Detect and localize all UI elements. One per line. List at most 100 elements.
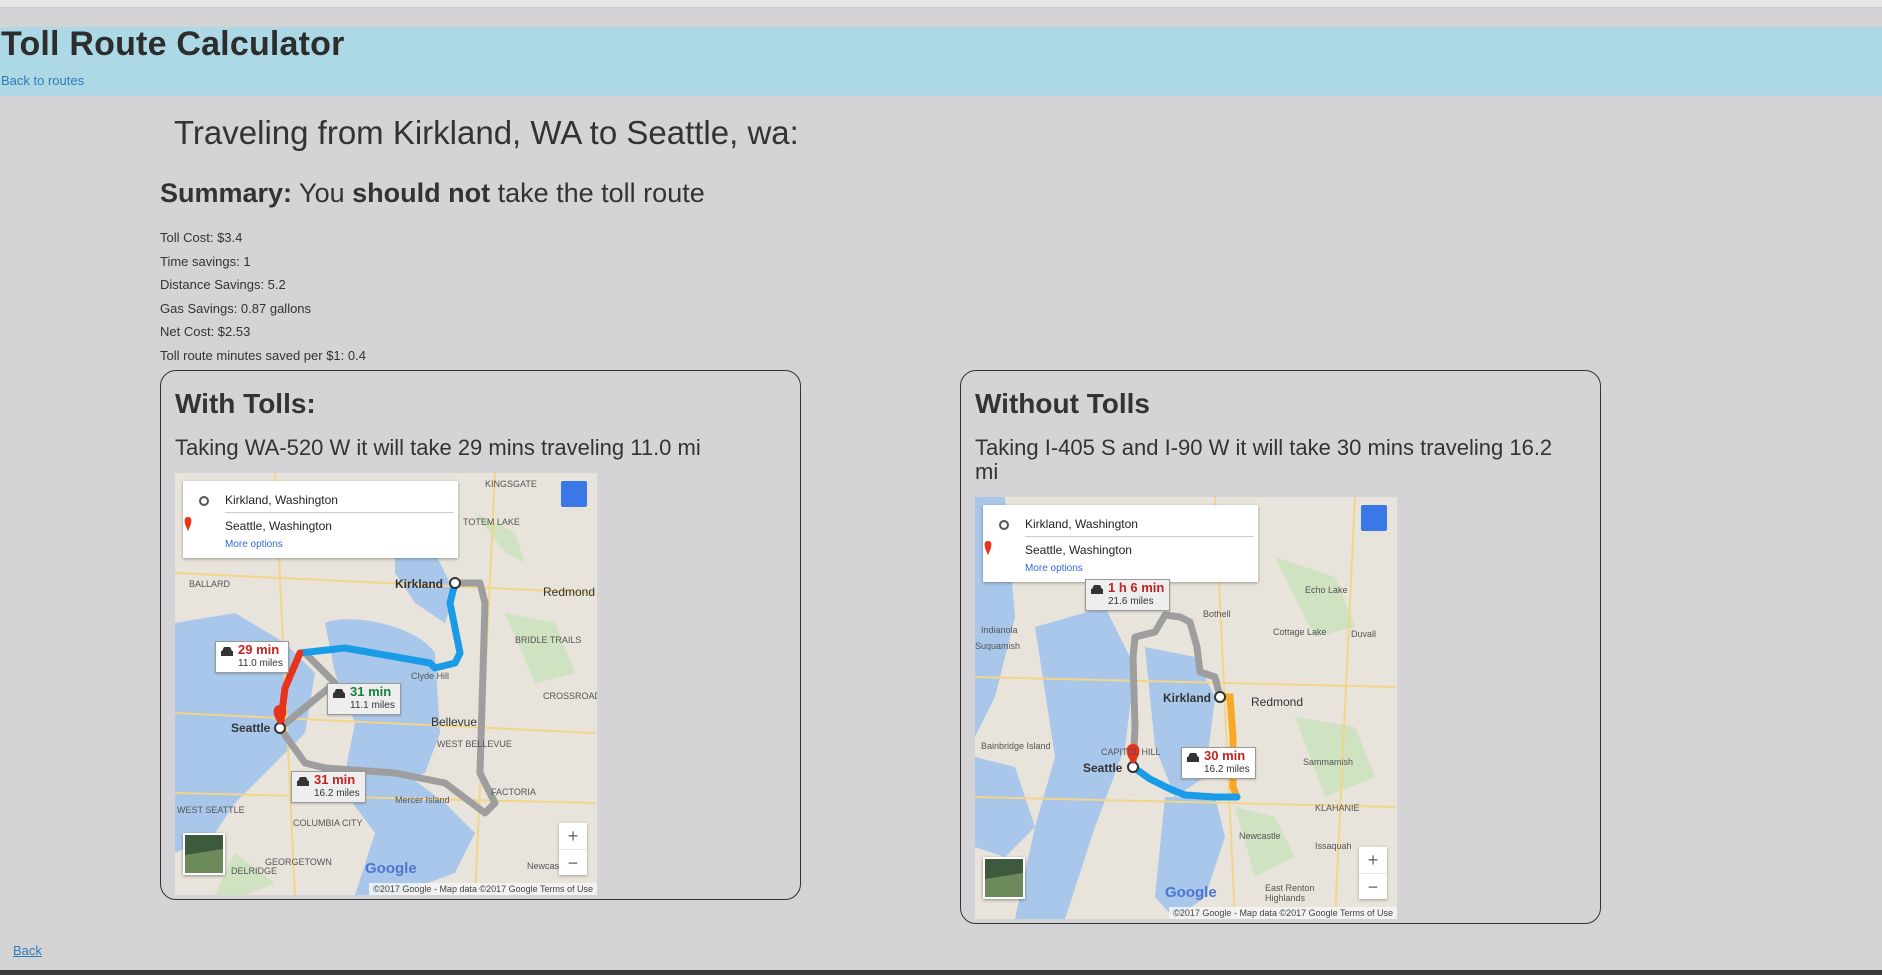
route-bubble[interactable]: 30 min 16.2 miles — [1181, 747, 1256, 779]
zoom-out-button[interactable]: − — [1359, 873, 1387, 900]
stat-minutes-per-dollar: Toll route minutes saved per $1: 0.4 — [160, 347, 366, 363]
map-label: Redmond — [543, 585, 596, 599]
origin-field[interactable]: Kirkland, Washington — [225, 493, 338, 507]
trip-heading: Traveling from Kirkland, WA to Seattle, … — [174, 114, 799, 151]
destination-pin-icon — [984, 541, 992, 555]
google-logo: Google — [365, 860, 417, 877]
summary-text-before: You — [292, 178, 353, 208]
origin-field[interactable]: Kirkland, Washington — [1025, 517, 1138, 531]
route-bubble[interactable]: 31 min 16.2 miles — [291, 771, 366, 803]
map-label: BRIDLE TRAILS — [515, 635, 582, 645]
map-label: FACTORIA — [491, 787, 536, 797]
car-icon — [333, 689, 345, 698]
destination-field[interactable]: Seattle, Washington — [225, 519, 332, 533]
google-logo: Google — [1165, 884, 1217, 901]
route-bubble[interactable]: 29 min 11.0 miles — [215, 641, 289, 673]
summary-text-after: take the toll route — [490, 178, 705, 208]
route-distance: 16.2 miles — [1204, 764, 1250, 775]
map-label: Suquamish — [975, 641, 1021, 651]
without-tolls-description: Taking I-405 S and I-90 W it will take 3… — [975, 435, 1553, 484]
map-label: Sammamish — [1303, 757, 1354, 767]
destination-pin-icon — [184, 517, 192, 531]
map-label: Seattle — [1083, 761, 1123, 775]
car-icon — [221, 647, 233, 656]
pegman-icon[interactable] — [1361, 505, 1387, 531]
route-time: 31 min — [350, 684, 392, 699]
more-options-link[interactable]: More options — [1025, 563, 1083, 574]
origin-circle-icon — [199, 496, 209, 506]
directions-box[interactable]: Kirkland, Washington Seattle, Washington… — [183, 481, 458, 558]
bottom-strip — [0, 970, 1882, 975]
map-label: DELRIDGE — [231, 866, 278, 876]
stat-gas-savings: Gas Savings: 0.87 gallons — [160, 300, 312, 316]
route-distance: 11.0 miles — [238, 658, 283, 669]
route-distance: 11.1 miles — [350, 700, 395, 711]
map-label: Seattle — [231, 721, 271, 735]
map-label: KINGSGATE — [485, 479, 537, 489]
page-title: Toll Route Calculator — [1, 25, 345, 63]
without-tolls-title: Without Tolls — [975, 388, 1150, 419]
car-icon — [1187, 753, 1199, 762]
zoom-control: + − — [559, 823, 587, 875]
map-credits[interactable]: ©2017 Google - Map data ©2017 Google Ter… — [369, 883, 597, 895]
map-label: BALLARD — [189, 579, 231, 589]
summary-emphasis: should not — [352, 178, 491, 208]
route-bubble[interactable]: 31 min 11.1 miles — [327, 683, 401, 715]
route-distance: 16.2 miles — [314, 788, 360, 799]
stat-toll-cost: Toll Cost: $3.4 — [160, 230, 243, 245]
map-label: Kirkland — [1163, 691, 1212, 705]
map-label: Bellevue — [431, 715, 478, 729]
stats-list: Toll Cost: $3.4 Time savings: 1 Distance… — [160, 226, 366, 367]
directions-divider — [1025, 536, 1253, 537]
satellite-toggle[interactable] — [983, 857, 1025, 899]
map-label: Bainbridge Island — [981, 741, 1051, 751]
more-options-link[interactable]: More options — [225, 539, 283, 550]
route-distance: 21.6 miles — [1108, 596, 1154, 607]
map-label: Mercer Island — [395, 795, 450, 805]
car-icon — [1091, 585, 1103, 594]
map-label: Indianola — [981, 625, 1018, 635]
with-tolls-description: Taking WA-520 W it will take 29 mins tra… — [175, 435, 701, 460]
route-time: 31 min — [314, 772, 356, 787]
zoom-in-button[interactable]: + — [1359, 847, 1387, 873]
satellite-thumbnail-icon — [985, 859, 1023, 897]
map-label: Newcastle — [1239, 831, 1281, 841]
map-label: CAPITOL HILL — [1101, 747, 1161, 757]
map-label: COLUMBIA CITY — [293, 818, 363, 828]
map-label: CROSSROADS — [543, 691, 597, 701]
zoom-control: + − — [1359, 847, 1387, 899]
without-tolls-map[interactable]: Kirkland, Washington Seattle, Washington… — [975, 497, 1397, 919]
route-time: 30 min — [1204, 748, 1246, 763]
zoom-in-button[interactable]: + — [559, 823, 587, 849]
map-label: KLAHANIE — [1315, 803, 1360, 813]
map-label: Clyde Hill — [411, 671, 450, 681]
without-tolls-card: Without Tolls Taking I-405 S and I-90 W … — [960, 370, 1601, 924]
route-time: 29 min — [238, 642, 280, 657]
page-header: Toll Route Calculator Back to routes — [0, 25, 1882, 96]
map-label: TOTEM LAKE — [463, 517, 520, 527]
pegman-icon[interactable] — [561, 481, 587, 507]
map-label: Issaquah — [1315, 841, 1352, 851]
stat-time-savings: Time savings: 1 — [160, 253, 251, 269]
stat-net-cost: Net Cost: $2.53 — [160, 324, 251, 339]
origin-circle-icon — [999, 520, 1009, 530]
map-label: WEST BELLEVUE — [437, 739, 512, 749]
satellite-thumbnail-icon — [185, 835, 223, 873]
map-label: Echo Lake — [1305, 585, 1348, 595]
destination-field[interactable]: Seattle, Washington — [1025, 543, 1132, 557]
zoom-out-button[interactable]: − — [559, 849, 587, 876]
map-label: East Renton Highlands — [1265, 883, 1315, 903]
summary-label: Summary: — [160, 178, 293, 208]
car-icon — [297, 777, 309, 786]
with-tolls-map[interactable]: Kirkland, Washington Seattle, Washington… — [175, 473, 597, 895]
with-tolls-title: With Tolls: — [175, 388, 316, 419]
satellite-toggle[interactable] — [183, 833, 225, 875]
back-to-routes-link[interactable]: Back to routes — [1, 73, 84, 88]
map-label: Cottage Lake — [1273, 627, 1327, 637]
map-credits[interactable]: ©2017 Google - Map data ©2017 Google Ter… — [1169, 907, 1397, 919]
directions-box[interactable]: Kirkland, Washington Seattle, Washington… — [983, 505, 1258, 582]
route-time: 1 h 6 min — [1108, 580, 1165, 595]
route-bubble[interactable]: 1 h 6 min 21.6 miles — [1085, 579, 1171, 611]
back-link[interactable]: Back — [13, 943, 42, 958]
map-label: Redmond — [1251, 695, 1304, 709]
